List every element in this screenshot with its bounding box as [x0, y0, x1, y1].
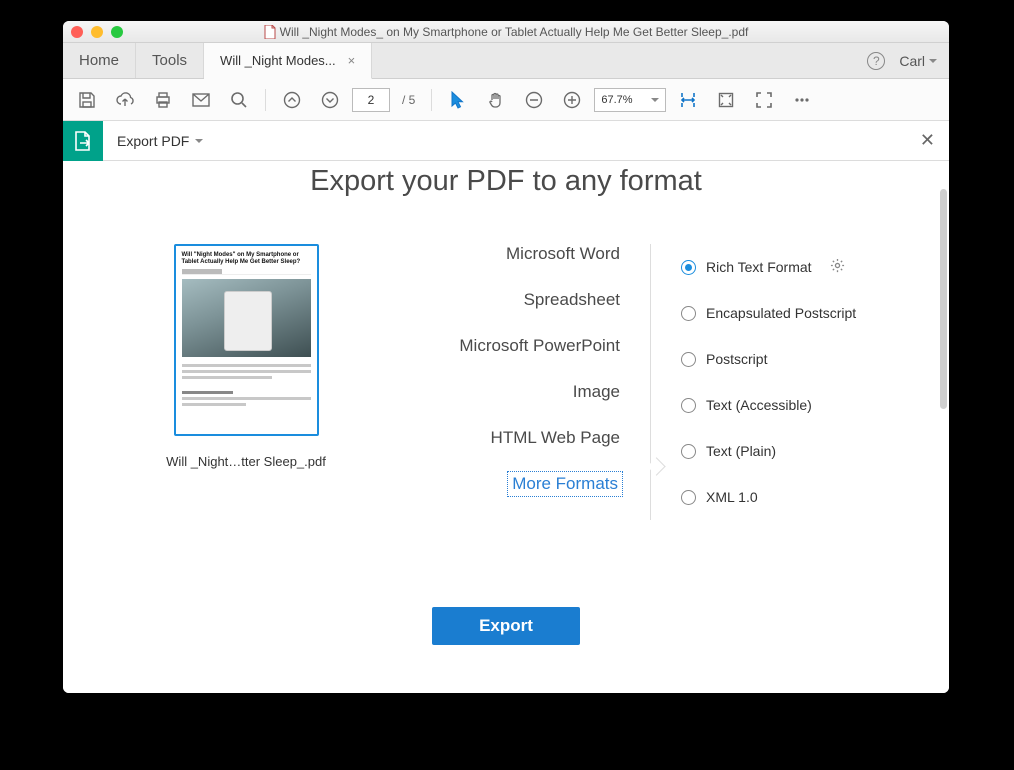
gear-icon[interactable] — [830, 258, 845, 276]
format-option[interactable]: Postscript — [681, 336, 856, 382]
tab-home[interactable]: Home — [63, 42, 136, 78]
format-category[interactable]: Spreadsheet — [401, 290, 620, 310]
format-option-label: Text (Accessible) — [706, 397, 812, 413]
format-category[interactable]: More Formats — [510, 474, 620, 494]
close-panel-icon[interactable]: ✕ — [920, 130, 949, 151]
zoom-out-icon[interactable] — [518, 84, 550, 116]
toolbar: 2 / 5 67.7% — [63, 79, 949, 121]
scrollbar-thumb[interactable] — [940, 189, 947, 409]
minimize-window-button[interactable] — [91, 26, 103, 38]
export-mode-label: Export PDF — [117, 133, 189, 149]
zoom-select[interactable]: 67.7% — [594, 88, 666, 112]
save-icon[interactable] — [71, 84, 103, 116]
zoom-value: 67.7% — [601, 94, 632, 106]
tab-document[interactable]: Will _Night Modes... × — [204, 43, 372, 79]
export-mode-select[interactable]: Export PDF — [103, 133, 217, 149]
format-option-list: Rich Text Format Encapsulated Postscript P… — [651, 244, 856, 520]
format-option-label: XML 1.0 — [706, 489, 758, 505]
pdf-file-icon — [264, 25, 276, 39]
format-option[interactable]: Encapsulated Postscript — [681, 290, 856, 336]
document-thumbnail[interactable]: Will "Night Modes" on My Smartphone or T… — [174, 244, 319, 436]
page-down-icon[interactable] — [314, 84, 346, 116]
page-total: / 5 — [396, 93, 421, 107]
thumbnail-filename: Will _Night…tter Sleep_.pdf — [151, 454, 341, 469]
format-category[interactable]: Microsoft Word — [401, 244, 620, 264]
export-pdf-icon — [63, 121, 103, 161]
cloud-upload-icon[interactable] — [109, 84, 141, 116]
caret-down-icon — [651, 98, 659, 102]
user-menu[interactable]: Carl — [899, 53, 937, 69]
export-toolbar: Export PDF ✕ — [63, 121, 949, 161]
format-category[interactable]: Microsoft PowerPoint — [401, 336, 620, 356]
fullscreen-icon[interactable] — [748, 84, 780, 116]
thumbnail-hero-image — [182, 279, 311, 357]
selection-tool-icon[interactable] — [442, 84, 474, 116]
window-title: Will _Night Modes_ on My Smartphone or T… — [63, 25, 949, 39]
fit-page-icon[interactable] — [710, 84, 742, 116]
caret-down-icon — [195, 139, 203, 143]
export-panel: Export your PDF to any format Will "Nigh… — [63, 161, 949, 693]
tab-tools[interactable]: Tools — [136, 42, 204, 78]
close-window-button[interactable] — [71, 26, 83, 38]
radio-icon — [681, 444, 696, 459]
format-option[interactable]: Text (Accessible) — [681, 382, 856, 428]
radio-icon — [681, 352, 696, 367]
search-icon[interactable] — [223, 84, 255, 116]
help-icon[interactable]: ? — [867, 52, 885, 70]
close-tab-icon[interactable]: × — [348, 53, 356, 68]
format-option-label: Text (Plain) — [706, 443, 776, 459]
titlebar: Will _Night Modes_ on My Smartphone or T… — [63, 21, 949, 43]
page-number-input[interactable]: 2 — [352, 88, 390, 112]
radio-icon — [681, 490, 696, 505]
traffic-lights — [71, 26, 123, 38]
radio-icon — [681, 306, 696, 321]
print-icon[interactable] — [147, 84, 179, 116]
format-option[interactable]: Text (Plain) — [681, 428, 856, 474]
fit-width-icon[interactable] — [672, 84, 704, 116]
separator — [431, 89, 432, 111]
format-category[interactable]: HTML Web Page — [401, 428, 620, 448]
thumbnail-column: Will "Night Modes" on My Smartphone or T… — [151, 244, 341, 520]
format-option-label: Rich Text Format — [706, 259, 812, 275]
format-option-label: Encapsulated Postscript — [706, 305, 856, 321]
format-option-label: Postscript — [706, 351, 767, 367]
zoom-in-icon[interactable] — [556, 84, 588, 116]
format-category-list: Microsoft Word Spreadsheet Microsoft Power… — [401, 244, 651, 520]
thumbnail-body — [182, 361, 311, 428]
caret-down-icon — [929, 59, 937, 63]
format-category[interactable]: Image — [401, 382, 620, 402]
app-window: Will _Night Modes_ on My Smartphone or T… — [63, 21, 949, 693]
export-button[interactable]: Export — [432, 607, 580, 645]
format-option[interactable]: XML 1.0 — [681, 474, 856, 520]
panel-heading: Export your PDF to any format — [63, 161, 949, 198]
export-button-label: Export — [479, 616, 533, 635]
tab-document-label: Will _Night Modes... — [220, 53, 336, 68]
hand-tool-icon[interactable] — [480, 84, 512, 116]
tab-row: Home Tools Will _Night Modes... × ? Carl — [63, 43, 949, 79]
radio-icon — [681, 398, 696, 413]
more-tools-icon[interactable] — [786, 84, 818, 116]
format-option[interactable]: Rich Text Format — [681, 244, 856, 290]
radio-icon — [681, 260, 696, 275]
thumbnail-meta — [182, 269, 311, 275]
zoom-window-button[interactable] — [111, 26, 123, 38]
page-up-icon[interactable] — [276, 84, 308, 116]
thumbnail-title: Will "Night Modes" on My Smartphone or T… — [182, 252, 311, 265]
separator — [265, 89, 266, 111]
user-name: Carl — [899, 53, 925, 69]
mail-icon[interactable] — [185, 84, 217, 116]
